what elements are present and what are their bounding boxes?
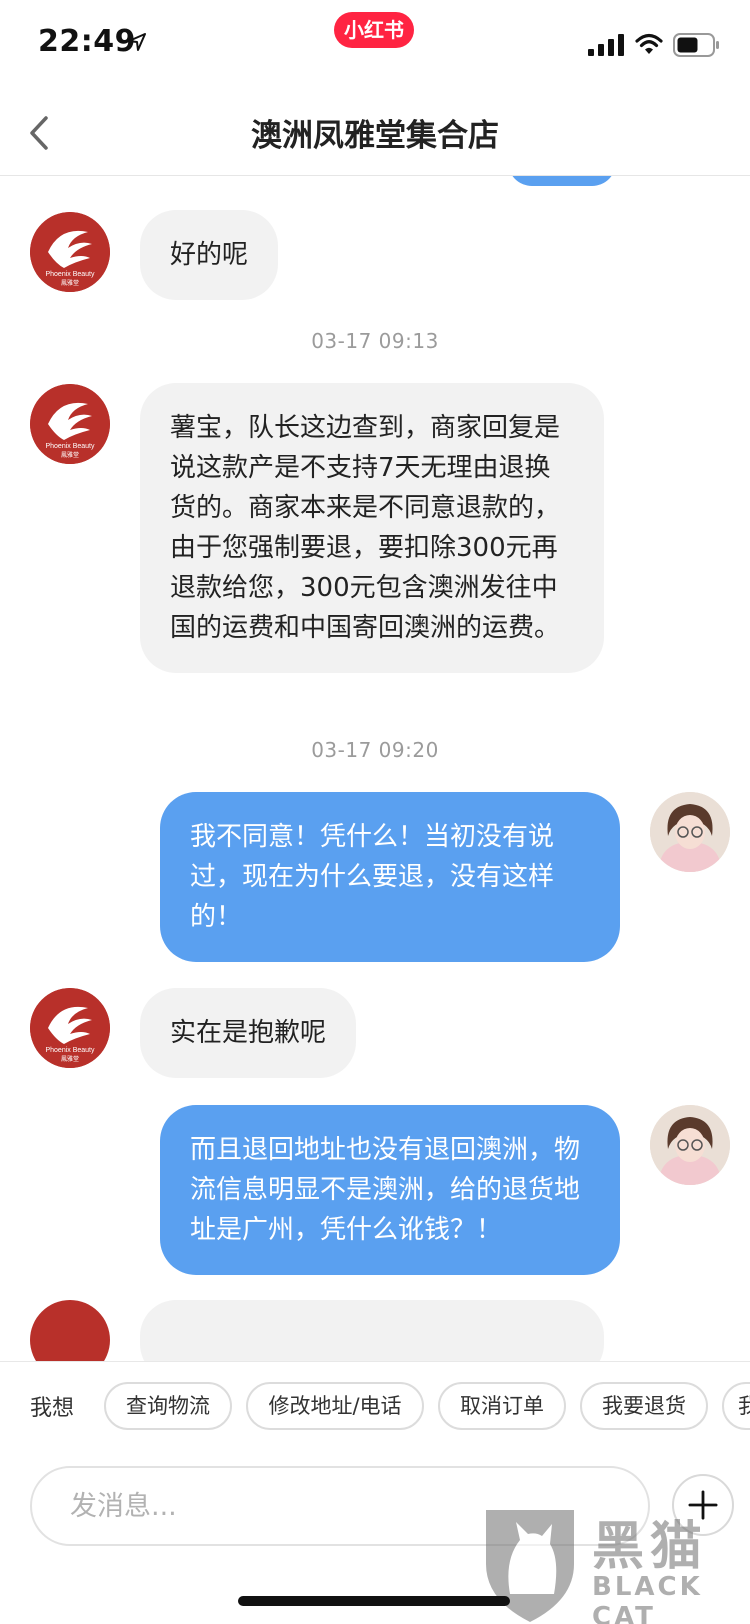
wifi-icon (635, 33, 663, 54)
shop-avatar[interactable]: Phoenix Beauty 鳳雅堂 (30, 988, 110, 1068)
watermark-text-cn: 黑猫 (592, 1517, 709, 1577)
quick-reply-label: 我想 (30, 1396, 75, 1421)
conversation-title: 澳洲凤雅堂集合店 (251, 118, 499, 154)
quick-reply-bar: 我想 查询物流 修改地址/电话 取消订单 我要退货 我 (0, 1361, 750, 1447)
black-cat-watermark: 黑猫 BLACK CAT (480, 1500, 750, 1624)
svg-text:鳳雅堂: 鳳雅堂 (61, 1055, 79, 1063)
chip-more[interactable]: 我 (722, 1382, 750, 1430)
message-bubble-incoming[interactable]: 薯宝，队长这边查到，商家回复是说这款产是不支持7天无理由退换货的。商家本来是不同… (140, 383, 604, 673)
status-time: 22:49 (38, 24, 136, 59)
status-bar: 22:49 小红书 (0, 0, 750, 90)
user-portrait-icon (650, 792, 730, 872)
user-portrait-icon (650, 1105, 730, 1185)
chip-return-item[interactable]: 我要退货 (580, 1382, 708, 1430)
svg-text:鳳雅堂: 鳳雅堂 (61, 451, 79, 459)
message-bubble-outgoing[interactable]: 我不同意！凭什么！当初没有说过，现在为什么要退，没有这样的！ (160, 792, 620, 962)
message-timestamp: 03-17 09:13 (311, 329, 439, 353)
nav-bar: 澳洲凤雅堂集合店 (0, 90, 750, 176)
app-badge: 小红书 (334, 12, 414, 48)
message-bubble-outgoing[interactable]: 而且退回地址也没有退回澳洲，物流信息明显不是澳洲，给的退货地址是广州，凭什么讹钱… (160, 1105, 620, 1275)
svg-text:Phoenix Beauty: Phoenix Beauty (45, 1047, 95, 1054)
user-avatar[interactable] (650, 792, 730, 872)
svg-text:Phoenix Beauty: Phoenix Beauty (45, 443, 95, 450)
battery-icon (673, 33, 719, 57)
chip-cancel-order[interactable]: 取消订单 (438, 1382, 566, 1430)
location-arrow-icon (128, 33, 146, 51)
message-bubble-outgoing-partial[interactable] (508, 176, 616, 186)
phoenix-logo-icon: Phoenix Beauty 鳳雅堂 (30, 212, 110, 292)
chip-track-shipping[interactable]: 查询物流 (104, 1382, 232, 1430)
svg-text:鳳雅堂: 鳳雅堂 (61, 279, 79, 287)
watermark-text-en: BLACK CAT (592, 1572, 703, 1624)
svg-text:Phoenix Beauty: Phoenix Beauty (45, 271, 95, 278)
phoenix-logo-icon: Phoenix Beauty 鳳雅堂 (30, 384, 110, 464)
chip-change-address[interactable]: 修改地址/电话 (246, 1382, 424, 1430)
phoenix-logo-icon: Phoenix Beauty 鳳雅堂 (30, 988, 110, 1068)
cellular-signal-icon (588, 34, 624, 56)
message-timestamp: 03-17 09:20 (311, 738, 439, 762)
home-indicator[interactable] (238, 1596, 510, 1606)
shop-avatar[interactable]: Phoenix Beauty 鳳雅堂 (30, 384, 110, 464)
user-avatar[interactable] (650, 1105, 730, 1185)
shop-avatar[interactable]: Phoenix Beauty 鳳雅堂 (30, 212, 110, 292)
chat-thread[interactable]: Phoenix Beauty 鳳雅堂 好的呢 03-17 09:13 Phoen… (0, 176, 750, 1361)
message-bubble-incoming[interactable]: 实在是抱歉呢 (140, 988, 357, 1078)
message-bubble-incoming-partial[interactable] (140, 1300, 604, 1361)
shop-avatar[interactable] (30, 1300, 110, 1361)
message-bubble-incoming[interactable]: 好的呢 (140, 210, 279, 300)
